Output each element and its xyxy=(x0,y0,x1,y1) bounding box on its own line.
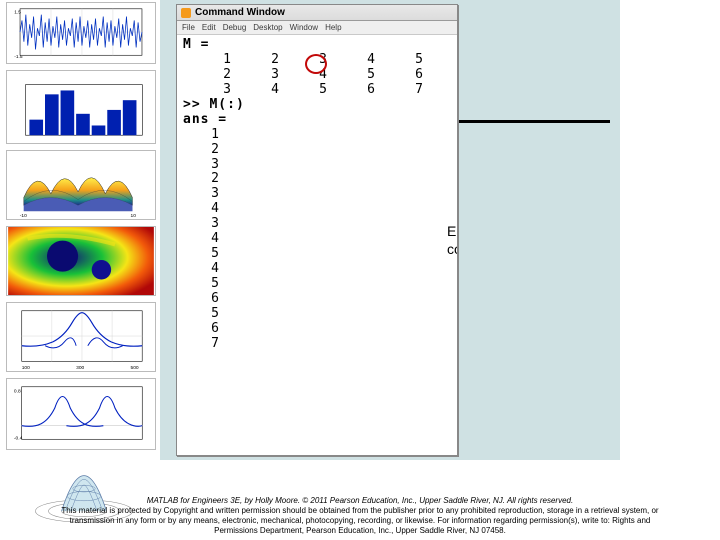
svg-text:1.5: 1.5 xyxy=(14,10,21,16)
window-title: Command Window xyxy=(195,7,285,18)
footer-line-2: This material is protected by Copyright … xyxy=(60,506,660,536)
sinc-icon: 0.8 -0.4 xyxy=(7,379,155,449)
menu-debug[interactable]: Debug xyxy=(223,23,247,32)
thumb-signal: 1.5 -1.5 xyxy=(6,2,156,64)
menubar: File Edit Debug Desktop Window Help xyxy=(177,21,457,35)
matrix-row-1: 12345 xyxy=(183,53,451,68)
matrix-row-3: 34567 xyxy=(183,83,451,98)
menu-file[interactable]: File xyxy=(182,23,195,32)
footer-line-1: MATLAB for Engineers 3E, by Holly Moore.… xyxy=(60,496,660,506)
svg-text:-0.4: -0.4 xyxy=(14,435,23,441)
svg-text:10: 10 xyxy=(131,213,137,219)
matlab-logo-icon xyxy=(181,8,191,18)
menu-help[interactable]: Help xyxy=(325,23,341,32)
thumb-surf: -10 10 xyxy=(6,150,156,220)
copyright-footer: MATLAB for Engineers 3E, by Holly Moore.… xyxy=(0,496,720,536)
svg-text:-10: -10 xyxy=(20,213,27,219)
stage: 1.5 -1.5 Pitert Chirp xyxy=(0,0,720,540)
menu-window[interactable]: Window xyxy=(290,23,318,32)
thumb-bars: Pitert Chirp xyxy=(6,70,156,144)
column-vector: 1 2 3 2 3 4 3 4 5 4 5 6 5 6 7 xyxy=(183,128,451,352)
thumb-line: 100 300 500 xyxy=(6,302,156,372)
annotation-text: Element M(2, 3) is in row 2, column 3 xyxy=(447,223,457,258)
matlab-window: Command Window File Edit Debug Desktop W… xyxy=(176,4,458,456)
bars-icon xyxy=(7,71,155,143)
titlebar[interactable]: Command Window xyxy=(177,5,457,21)
output-m-label: M = xyxy=(183,38,451,53)
thumb-sinc: 0.8 -0.4 xyxy=(6,378,156,450)
thumbnail-strip: 1.5 -1.5 Pitert Chirp xyxy=(6,2,156,450)
line-icon: 100 300 500 xyxy=(7,303,155,371)
svg-text:100: 100 xyxy=(22,365,30,371)
surf-icon: -10 10 xyxy=(7,151,155,219)
svg-text:-1.5: -1.5 xyxy=(14,54,23,60)
menu-desktop[interactable]: Desktop xyxy=(253,23,282,32)
svg-text:500: 500 xyxy=(131,365,139,371)
menu-edit[interactable]: Edit xyxy=(202,23,216,32)
output-ans-label: ans = xyxy=(183,113,451,128)
svg-text:300: 300 xyxy=(76,365,84,371)
svg-text:0.8: 0.8 xyxy=(14,389,21,395)
signal-icon: 1.5 -1.5 xyxy=(7,3,155,63)
fractal-icon xyxy=(7,227,155,295)
command-line: >> M(:) xyxy=(183,98,451,113)
matrix-row-2: 23456 xyxy=(183,68,451,83)
thumb-fractal xyxy=(6,226,156,296)
command-area[interactable]: M = 12345 23456 34567 >> M(:) ans = 1 2 … xyxy=(177,37,457,455)
